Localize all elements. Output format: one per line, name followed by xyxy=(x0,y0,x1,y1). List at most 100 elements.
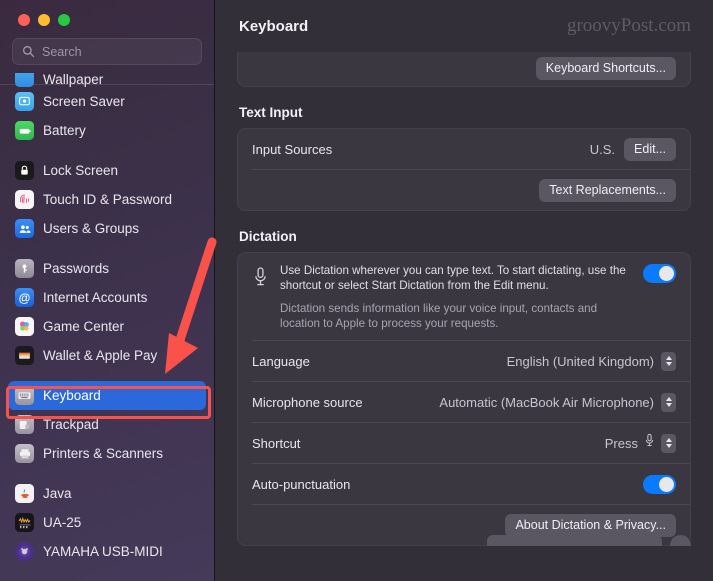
yamaha-usb-midi-icon xyxy=(15,542,34,561)
microphone-source-popup-menu[interactable] xyxy=(661,392,676,412)
sidebar-item-label: YAMAHA USB-MIDI xyxy=(43,544,163,559)
keyboard-shortcuts-row: Keyboard Shortcuts... xyxy=(238,50,690,86)
sidebar-item-internet-accounts[interactable]: @ Internet Accounts xyxy=(8,283,206,312)
sidebar-item-label: Internet Accounts xyxy=(43,290,148,305)
sidebar-item-label: Touch ID & Password xyxy=(43,192,173,207)
minimize-button[interactable] xyxy=(38,14,50,26)
sidebar-item-lock-screen[interactable]: Lock Screen xyxy=(8,156,206,185)
setup-bluetooth-keyboard-button[interactable] xyxy=(487,535,662,546)
search-input[interactable]: Search xyxy=(12,38,202,65)
sidebar: Search Wallpaper Screen Saver Battery Lo… xyxy=(0,0,215,581)
sidebar-item-game-center[interactable]: Game Center xyxy=(8,312,206,341)
language-label: Language xyxy=(252,353,310,369)
microphone-source-value: Automatic (MacBook Air Microphone) xyxy=(439,394,654,410)
microphone-source-row: Microphone source Automatic (MacBook Air… xyxy=(238,382,690,422)
dictation-description-row: Use Dictation wherever you can type text… xyxy=(238,253,690,340)
shortcut-row: Shortcut Press xyxy=(238,423,690,463)
search-container: Search xyxy=(0,26,214,65)
sidebar-item-label: UA-25 xyxy=(43,515,82,530)
users-groups-icon xyxy=(15,219,34,238)
bottom-buttons-peek xyxy=(215,532,713,546)
microphone-icon xyxy=(252,264,269,293)
sidebar-item-label: Keyboard xyxy=(43,388,101,403)
main-panel: Keyboard groovyPost.com Keyboard Shortcu… xyxy=(215,0,713,581)
auto-punctuation-label: Auto-punctuation xyxy=(252,476,351,492)
screen-saver-icon xyxy=(15,92,34,111)
language-value: English (United Kingdom) xyxy=(506,353,654,369)
panel-header: Keyboard groovyPost.com xyxy=(215,0,713,52)
sidebar-item-label: Game Center xyxy=(43,319,125,334)
dictation-section-title: Dictation xyxy=(239,229,297,244)
settings-content: Keyboard Shortcuts... Text Input Input S… xyxy=(215,50,713,546)
toggle-knob xyxy=(659,266,674,281)
java-icon xyxy=(15,484,34,503)
dictation-description-secondary: Dictation sends information like your vo… xyxy=(280,302,598,330)
sidebar-item-screen-saver[interactable]: Screen Saver xyxy=(8,87,206,116)
printers-scanners-icon xyxy=(15,444,34,463)
game-center-icon xyxy=(15,317,34,336)
zoom-button[interactable] xyxy=(58,14,70,26)
sidebar-item-keyboard[interactable]: Keyboard xyxy=(8,381,206,410)
shortcut-value: Press xyxy=(604,435,638,451)
sidebar-item-java[interactable]: Java xyxy=(8,479,206,508)
search-placeholder: Search xyxy=(42,44,82,59)
help-button[interactable] xyxy=(670,535,691,546)
passwords-icon xyxy=(15,259,34,278)
sidebar-item-passwords[interactable]: Passwords xyxy=(8,254,206,283)
ua25-icon xyxy=(15,513,34,532)
text-replacements-button[interactable]: Text Replacements... xyxy=(539,178,676,202)
sidebar-item-users-groups[interactable]: Users & Groups xyxy=(8,214,206,243)
sidebar-item-touch-id[interactable]: Touch ID & Password xyxy=(8,185,206,214)
shortcut-label: Shortcut xyxy=(252,435,301,451)
window-controls xyxy=(0,0,214,26)
dictation-description-primary: Use Dictation wherever you can type text… xyxy=(280,264,626,292)
sidebar-item-label: Printers & Scanners xyxy=(43,446,164,461)
sidebar-item-printers-scanners[interactable]: Printers & Scanners xyxy=(8,439,206,468)
text-input-card: Input Sources U.S. Edit... Text Replacem… xyxy=(237,128,691,211)
sidebar-item-label: Wallet & Apple Pay xyxy=(43,348,158,363)
input-sources-label: Input Sources xyxy=(252,141,333,157)
sidebar-item-label: Lock Screen xyxy=(43,163,119,178)
wallet-icon xyxy=(15,346,34,365)
sidebar-list[interactable]: Wallpaper Screen Saver Battery Lock Scre… xyxy=(0,70,214,581)
sidebar-item-label: Passwords xyxy=(43,261,110,276)
sidebar-item-label: Screen Saver xyxy=(43,94,125,109)
text-replacements-row: Text Replacements... xyxy=(238,170,690,210)
sidebar-item-battery[interactable]: Battery xyxy=(8,116,206,145)
microphone-source-label: Microphone source xyxy=(252,394,363,410)
wallpaper-icon xyxy=(15,73,34,87)
shortcut-popup-menu[interactable] xyxy=(661,433,676,453)
trackpad-icon xyxy=(15,415,34,434)
system-settings-window: Search Wallpaper Screen Saver Battery Lo… xyxy=(0,0,713,581)
sidebar-item-ua25[interactable]: UA-25 xyxy=(8,508,206,537)
watermark: groovyPost.com xyxy=(566,15,691,36)
sidebar-item-trackpad[interactable]: Trackpad xyxy=(8,410,206,439)
keyboard-shortcuts-button[interactable]: Keyboard Shortcuts... xyxy=(535,56,676,80)
lock-screen-icon xyxy=(15,161,34,180)
internet-accounts-icon: @ xyxy=(15,288,34,307)
sidebar-item-label: Trackpad xyxy=(43,417,99,432)
language-popup-menu[interactable] xyxy=(661,351,676,371)
toggle-knob xyxy=(659,476,674,492)
sidebar-item-label: Battery xyxy=(43,123,86,138)
keyboard-shortcuts-card: Keyboard Shortcuts... xyxy=(237,50,691,87)
close-button[interactable] xyxy=(18,14,30,26)
sidebar-item-label: Users & Groups xyxy=(43,221,140,236)
battery-icon xyxy=(15,121,34,140)
language-row: Language English (United Kingdom) xyxy=(238,341,690,381)
auto-punctuation-toggle[interactable] xyxy=(643,474,676,494)
edit-input-sources-button[interactable]: Edit... xyxy=(624,137,676,161)
shortcut-microphone-icon xyxy=(644,433,655,453)
auto-punctuation-row: Auto-punctuation xyxy=(238,464,690,504)
text-input-section-title: Text Input xyxy=(239,105,303,120)
sidebar-item-wallet[interactable]: Wallet & Apple Pay xyxy=(8,341,206,370)
page-title: Keyboard xyxy=(239,17,309,35)
touch-id-icon xyxy=(15,190,34,209)
search-icon xyxy=(22,45,35,58)
sidebar-item-yamaha-usb-midi[interactable]: YAMAHA USB-MIDI xyxy=(8,537,206,566)
dictation-toggle[interactable] xyxy=(643,264,676,283)
